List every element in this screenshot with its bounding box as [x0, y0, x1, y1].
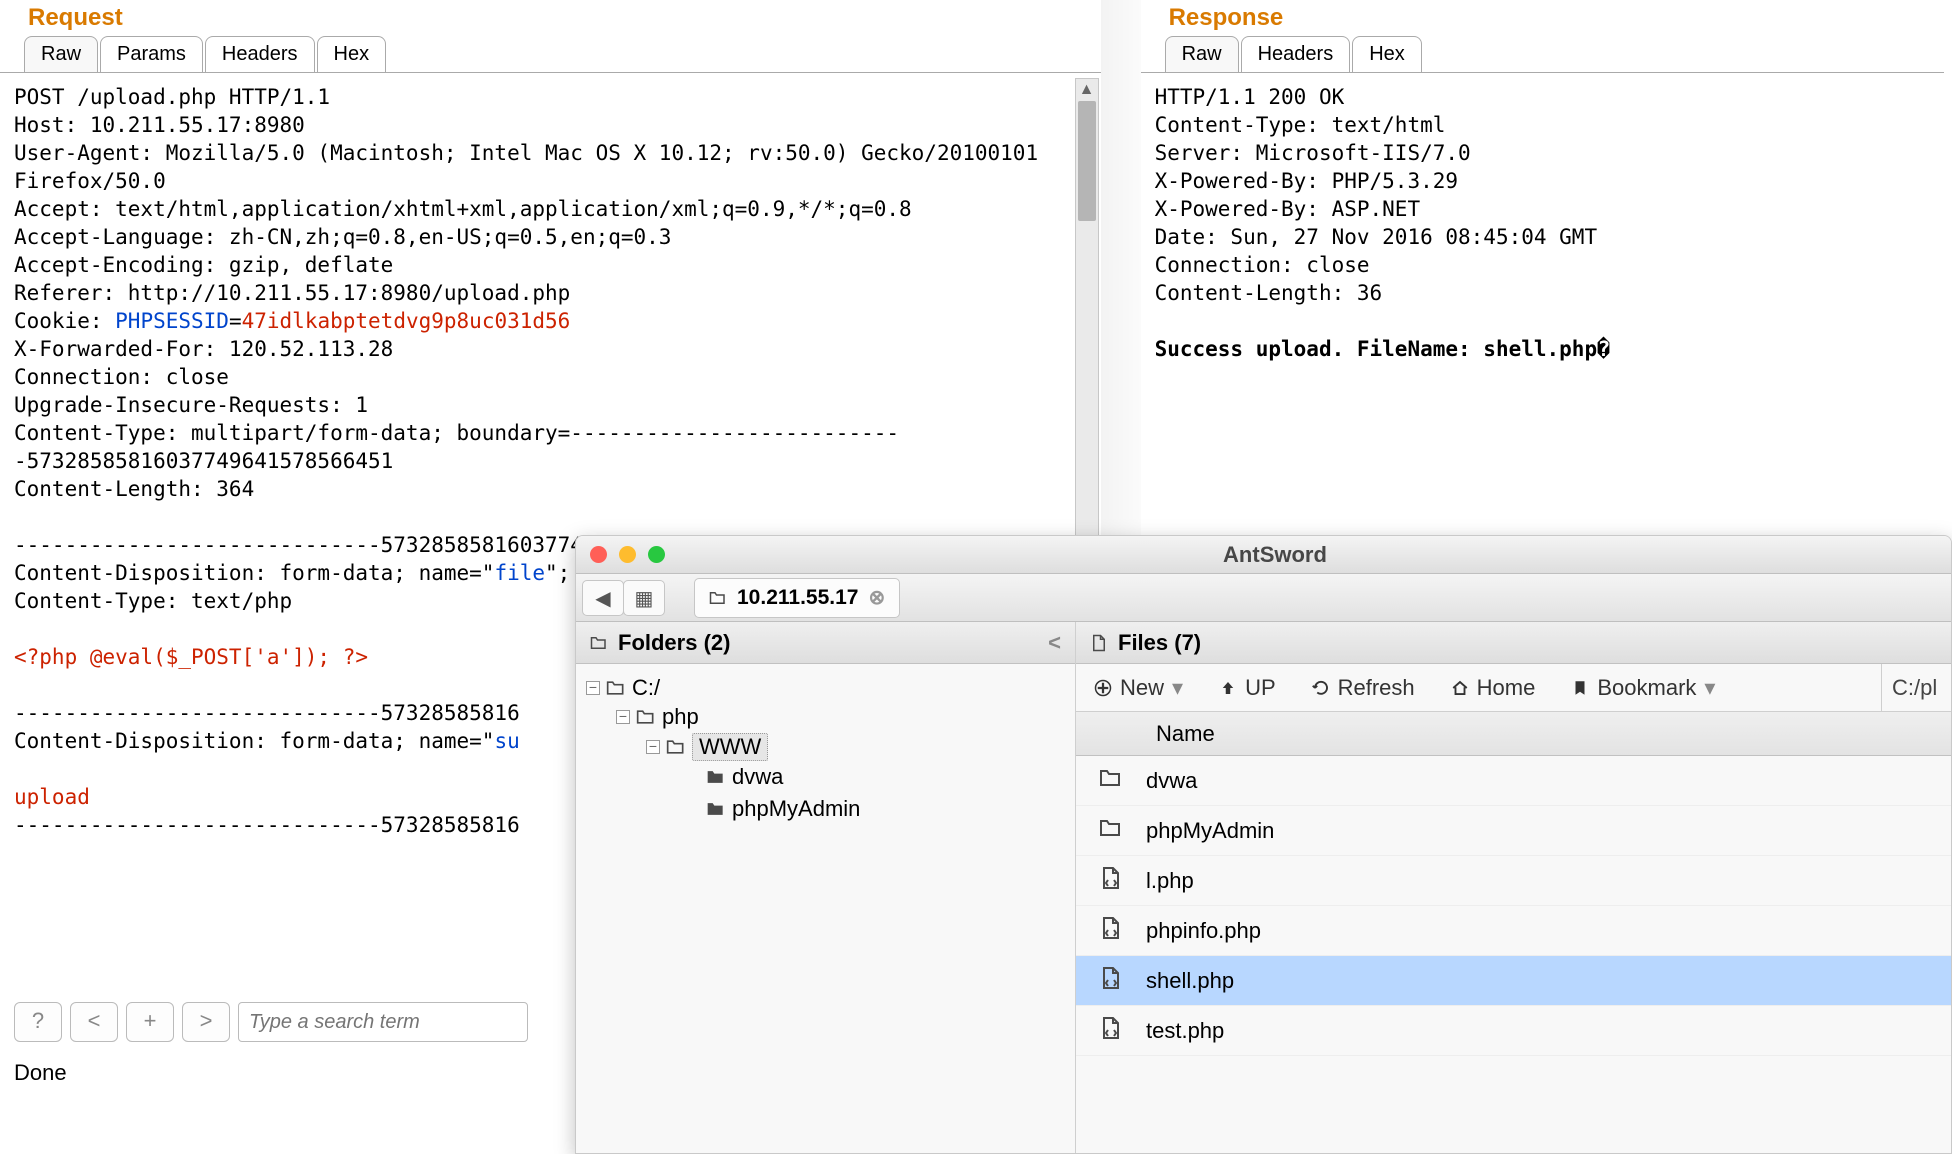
file-row[interactable]: phpinfo.php: [1076, 906, 1951, 956]
plus-icon: [1094, 679, 1112, 697]
expander-icon[interactable]: −: [616, 710, 630, 724]
new-button[interactable]: New▾: [1076, 675, 1201, 701]
tab-raw[interactable]: Raw: [24, 36, 98, 72]
folder-icon: [590, 634, 608, 652]
expander-icon[interactable]: −: [586, 681, 600, 695]
files-title: Files (7): [1118, 630, 1201, 656]
bookmark-icon: [1571, 679, 1589, 697]
file-row[interactable]: shell.php: [1076, 956, 1951, 1006]
folders-title: Folders (2): [618, 630, 730, 656]
search-input[interactable]: [238, 1002, 528, 1042]
footer-button[interactable]: +: [126, 1002, 174, 1042]
expander-icon[interactable]: −: [646, 740, 660, 754]
file-row[interactable]: l.php: [1076, 856, 1951, 906]
refresh-button[interactable]: Refresh: [1294, 675, 1433, 701]
tab-hex[interactable]: Hex: [1352, 36, 1422, 72]
collapse-folders-icon[interactable]: <: [1048, 630, 1061, 656]
tab-headers[interactable]: Headers: [1241, 36, 1351, 72]
nav-grid-button[interactable]: ▦: [623, 580, 665, 616]
close-icon[interactable]: [590, 546, 607, 563]
folder-icon: [606, 678, 626, 698]
file-code-icon: [1099, 866, 1123, 890]
folder-icon: [1099, 766, 1123, 790]
folder-icon: [636, 707, 656, 727]
refresh-icon: [1312, 679, 1330, 697]
home-icon: [1451, 679, 1469, 697]
up-button[interactable]: UP: [1201, 675, 1294, 701]
folder-solid-icon: [706, 767, 726, 787]
file-code-icon: [1099, 1016, 1123, 1040]
file-code-icon: [1099, 916, 1123, 940]
home-button[interactable]: Home: [1433, 675, 1554, 701]
bookmark-button[interactable]: Bookmark▾: [1553, 675, 1733, 701]
address-tab[interactable]: 10.211.55.17 ⊗: [694, 578, 900, 618]
folder-icon: [666, 737, 686, 757]
footer-button[interactable]: <: [70, 1002, 118, 1042]
file-code-icon: [1099, 966, 1123, 990]
folder-icon: [1099, 816, 1123, 840]
file-row[interactable]: phpMyAdmin: [1076, 806, 1951, 856]
zoom-icon[interactable]: [648, 546, 665, 563]
file-row[interactable]: test.php: [1076, 1006, 1951, 1056]
footer-button[interactable]: ?: [14, 1002, 62, 1042]
path-input[interactable]: C:/pl: [1881, 664, 1951, 711]
up-icon: [1219, 679, 1237, 697]
file-icon: [1090, 634, 1108, 652]
tab-headers[interactable]: Headers: [205, 36, 315, 72]
folder-tree[interactable]: − C:/ − php −: [576, 664, 1075, 842]
column-name[interactable]: Name: [1146, 721, 1215, 747]
folder-solid-icon: [706, 799, 726, 819]
selected-folder[interactable]: WWW: [692, 733, 768, 761]
nav-back-button[interactable]: ◀: [582, 580, 624, 616]
close-tab-icon[interactable]: ⊗: [868, 585, 885, 610]
request-title: Request: [0, 0, 1101, 36]
window-title: AntSword: [679, 542, 1871, 568]
minimize-icon[interactable]: [619, 546, 636, 563]
tab-hex[interactable]: Hex: [317, 36, 387, 72]
tab-params[interactable]: Params: [100, 36, 203, 72]
response-title: Response: [1141, 0, 1944, 36]
antsword-window: AntSword ◀ ▦ 10.211.55.17 ⊗ Folders (2) …: [575, 535, 1952, 1154]
tab-raw[interactable]: Raw: [1165, 36, 1239, 72]
footer-button[interactable]: >: [182, 1002, 230, 1042]
file-row[interactable]: dvwa: [1076, 756, 1951, 806]
